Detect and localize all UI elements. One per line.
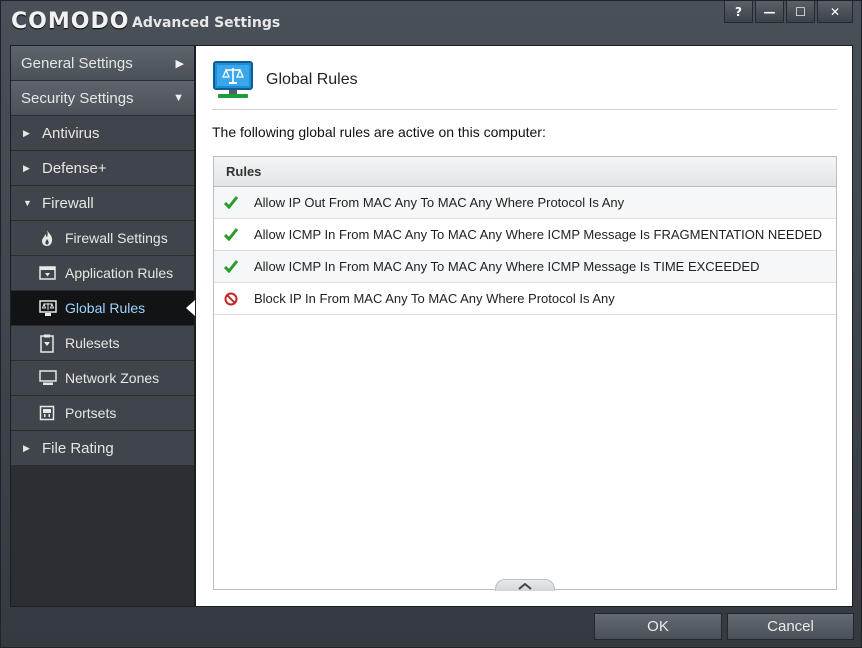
application-rules-icon [39, 265, 65, 281]
sidebar-item-portsets[interactable]: Portsets [11, 396, 194, 431]
help-button[interactable]: ? [724, 1, 753, 23]
window-controls: ? — ☐ ✕ [722, 1, 853, 23]
sidebar-item-global-rules[interactable]: Global Rules [11, 291, 195, 326]
expand-panel-button[interactable] [495, 579, 555, 591]
expand-arrow-icon: ▶ [23, 442, 30, 453]
main-panel: Global Rules The following global rules … [195, 45, 853, 607]
sidebar-item-general-settings[interactable]: General Settings ▶ [11, 46, 194, 81]
sidebar-item-label: Security Settings [21, 89, 134, 107]
window-title: Advanced Settings [132, 15, 281, 31]
flame-icon [39, 229, 65, 247]
sidebar-item-firewall[interactable]: ▼ Firewall [11, 186, 194, 221]
sidebar-item-security-settings[interactable]: Security Settings ▼ [11, 81, 194, 116]
expand-arrow-icon: ▶ [23, 127, 30, 138]
check-icon [224, 228, 254, 241]
sidebar-item-label: Portsets [65, 405, 117, 421]
sidebar-item-label: Defense+ [42, 159, 107, 177]
sidebar-item-rulesets[interactable]: Rulesets [11, 326, 194, 361]
sidebar-item-label: General Settings [21, 54, 133, 72]
sidebar-item-firewall-settings[interactable]: Firewall Settings [11, 221, 194, 256]
page-description: The following global rules are active on… [212, 124, 546, 140]
monitor-icon [39, 370, 65, 386]
sidebar-item-defense[interactable]: ▶ Defense+ [11, 151, 194, 186]
advanced-settings-window: COMODO Advanced Settings ? — ☐ ✕ General… [0, 0, 862, 648]
block-icon [224, 292, 254, 306]
sidebar-item-label: Antivirus [42, 124, 100, 142]
rules-column-header[interactable]: Rules [214, 157, 836, 187]
table-row[interactable]: Block IP In From MAC Any To MAC Any Wher… [214, 283, 836, 315]
sidebar-item-label: Network Zones [65, 370, 160, 386]
table-row[interactable]: Allow ICMP In From MAC Any To MAC Any Wh… [214, 251, 836, 283]
minimize-button[interactable]: — [755, 1, 784, 23]
sidebar-item-application-rules[interactable]: Application Rules [11, 256, 194, 291]
rule-text: Allow IP Out From MAC Any To MAC Any Whe… [254, 195, 625, 210]
rules-table: Rules Allow IP Out From MAC Any To MAC A… [213, 156, 837, 591]
check-icon [224, 196, 254, 209]
rule-text: Allow ICMP In From MAC Any To MAC Any Wh… [254, 227, 823, 242]
chevron-down-icon: ▼ [173, 92, 184, 104]
rules-list: Allow IP Out From MAC Any To MAC Any Whe… [214, 187, 836, 315]
global-rules-monitor-icon [212, 60, 254, 105]
expand-arrow-icon: ▶ [23, 162, 30, 173]
chevron-right-icon: ▶ [175, 58, 184, 70]
rule-text: Block IP In From MAC Any To MAC Any Wher… [254, 291, 615, 306]
ok-button[interactable]: OK [594, 613, 722, 640]
maximize-button[interactable]: ☐ [786, 1, 815, 23]
close-button[interactable]: ✕ [817, 1, 853, 23]
chevron-up-icon [517, 577, 533, 595]
sidebar-item-label: Application Rules [65, 265, 174, 281]
sidebar-item-file-rating[interactable]: ▶ File Rating [11, 431, 194, 466]
sidebar-item-label: Firewall [42, 194, 94, 212]
collapse-arrow-icon: ▼ [23, 198, 32, 208]
sidebar-item-label: Firewall Settings [65, 230, 168, 246]
sidebar: General Settings ▶ Security Settings ▼ ▶… [10, 45, 195, 607]
table-row[interactable]: Allow ICMP In From MAC Any To MAC Any Wh… [214, 219, 836, 251]
cancel-button[interactable]: Cancel [727, 613, 854, 640]
rule-text: Allow ICMP In From MAC Any To MAC Any Wh… [254, 259, 760, 274]
check-icon [224, 260, 254, 273]
sidebar-item-label: Global Rules [65, 300, 146, 316]
sidebar-item-antivirus[interactable]: ▶ Antivirus [11, 116, 194, 151]
title-bar[interactable]: COMODO Advanced Settings ? — ☐ ✕ [1, 1, 861, 43]
sidebar-item-label: File Rating [42, 439, 114, 457]
portsets-icon [39, 405, 65, 421]
header-divider [212, 109, 837, 110]
page-title: Global Rules [266, 71, 358, 88]
rulesets-icon [39, 334, 65, 353]
table-row[interactable]: Allow IP Out From MAC Any To MAC Any Whe… [214, 187, 836, 219]
sidebar-item-label: Rulesets [65, 335, 120, 351]
comodo-logo: COMODO [11, 9, 130, 34]
global-rules-icon [39, 299, 65, 317]
sidebar-item-network-zones[interactable]: Network Zones [11, 361, 194, 396]
